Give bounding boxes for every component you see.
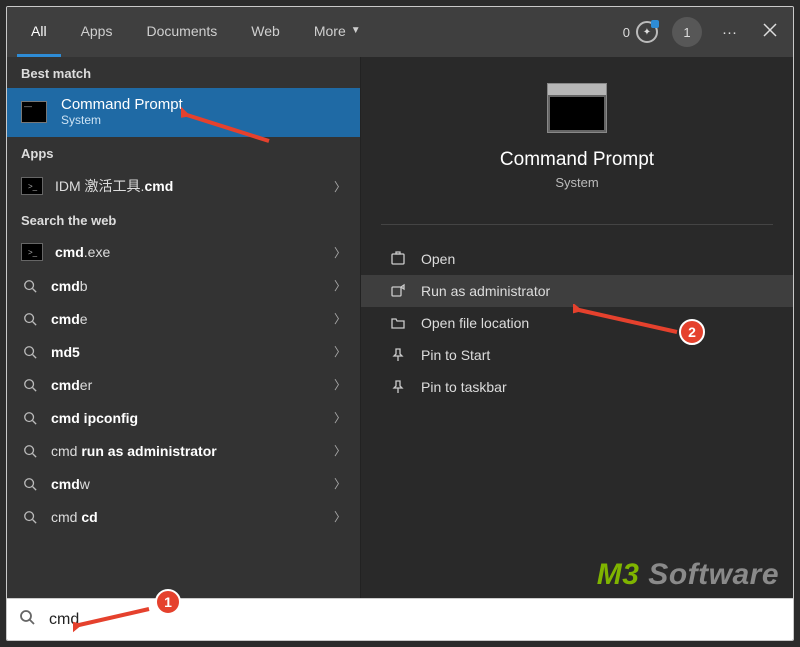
chevron-right-icon: 〉 (334, 343, 346, 360)
search-icon (21, 477, 39, 491)
action-run-as-administrator[interactable]: Run as administrator (361, 275, 793, 307)
web-result[interactable]: cmd cd 〉 (7, 500, 360, 533)
result-label: cmde (51, 311, 88, 327)
best-match-title: Command Prompt (61, 96, 183, 113)
chevron-right-icon: 〉 (334, 178, 346, 195)
pin-icon (389, 347, 407, 363)
action-pin-to-taskbar[interactable]: Pin to taskbar (361, 371, 793, 403)
admin-icon (389, 283, 407, 299)
web-result[interactable]: cmdb 〉 (7, 269, 360, 302)
search-icon (21, 444, 39, 458)
search-icon (21, 510, 39, 524)
search-icon (19, 609, 35, 630)
tab-apps[interactable]: Apps (67, 7, 127, 57)
preview-title: Command Prompt (361, 149, 793, 171)
chevron-right-icon: 〉 (334, 277, 346, 294)
result-label: md5 (51, 344, 80, 360)
tab-web[interactable]: Web (237, 7, 294, 57)
close-button[interactable] (757, 19, 783, 45)
chevron-down-icon: ▼ (351, 25, 361, 36)
web-result[interactable]: cmd run as administrator 〉 (7, 434, 360, 467)
section-best-match: Best match (7, 57, 360, 88)
preview-subtitle: System (361, 175, 793, 190)
action-label: Run as administrator (421, 283, 550, 299)
action-open-file-location[interactable]: Open file location (361, 307, 793, 339)
result-label: IDM 激活工具.cmd (55, 176, 173, 196)
web-result[interactable]: cmde 〉 (7, 302, 360, 335)
divider (381, 224, 773, 225)
result-label: cmder (51, 377, 92, 393)
search-icon (21, 345, 39, 359)
result-label: cmd ipconfig (51, 410, 138, 426)
tab-documents[interactable]: Documents (132, 7, 231, 57)
app-result[interactable]: IDM 激活工具.cmd 〉 (7, 168, 360, 204)
chevron-right-icon: 〉 (334, 508, 346, 525)
search-icon (21, 312, 39, 326)
chevron-right-icon: 〉 (334, 244, 346, 261)
tab-label: Documents (146, 23, 217, 39)
best-match-subtitle: System (61, 113, 183, 127)
close-icon (763, 23, 777, 37)
action-label: Open file location (421, 315, 529, 331)
tab-label: All (31, 23, 47, 39)
cmd-exe-icon (21, 243, 43, 261)
watermark: M3 Software (597, 558, 779, 592)
filter-tabs: All Apps Documents Web More ▼ (17, 7, 375, 57)
section-apps: Apps (7, 137, 360, 168)
best-match-result[interactable]: Command Prompt System (7, 88, 360, 137)
folder-icon (389, 315, 407, 331)
web-result[interactable]: cmdw 〉 (7, 467, 360, 500)
preview-app-icon (547, 83, 607, 133)
action-pin-to-start[interactable]: Pin to Start (361, 339, 793, 371)
search-input[interactable] (49, 611, 781, 629)
reward-count: 0 (623, 25, 630, 40)
search-icon (21, 411, 39, 425)
search-header: All Apps Documents Web More ▼ 0 ✦ 1 ··· (7, 7, 793, 57)
tab-more[interactable]: More ▼ (300, 7, 375, 57)
action-label: Open (421, 251, 455, 267)
action-label: Pin to taskbar (421, 379, 507, 395)
action-label: Pin to Start (421, 347, 490, 363)
result-label: cmd cd (51, 509, 98, 525)
pin-icon (389, 379, 407, 395)
more-options-button[interactable]: ··· (716, 20, 743, 45)
preview-panel: Command Prompt System Open Run as admini… (360, 57, 793, 598)
chevron-right-icon: 〉 (334, 310, 346, 327)
section-web: Search the web (7, 204, 360, 235)
web-result[interactable]: cmd ipconfig 〉 (7, 401, 360, 434)
chevron-right-icon: 〉 (334, 376, 346, 393)
result-label: cmd run as administrator (51, 443, 217, 459)
search-icon (21, 279, 39, 293)
reward-icon: ✦ (636, 21, 658, 43)
tab-label: More (314, 23, 346, 39)
account-badge[interactable]: 1 (672, 17, 702, 47)
web-result[interactable]: cmd.exe 〉 (7, 235, 360, 269)
chevron-right-icon: 〉 (334, 409, 346, 426)
web-result[interactable]: md5 〉 (7, 335, 360, 368)
action-open[interactable]: Open (361, 243, 793, 275)
command-prompt-icon (21, 101, 47, 123)
rewards-indicator[interactable]: 0 ✦ (623, 21, 658, 43)
result-label: cmd.exe (55, 244, 110, 260)
tab-label: Web (251, 23, 280, 39)
results-panel: Best match Command Prompt System Apps ID… (7, 57, 360, 598)
web-result[interactable]: cmder 〉 (7, 368, 360, 401)
tab-all[interactable]: All (17, 7, 61, 57)
search-icon (21, 378, 39, 392)
cmd-file-icon (21, 177, 43, 195)
tab-label: Apps (81, 23, 113, 39)
result-label: cmdw (51, 476, 90, 492)
result-label: cmdb (51, 278, 88, 294)
search-bar[interactable] (7, 598, 793, 640)
chevron-right-icon: 〉 (334, 442, 346, 459)
chevron-right-icon: 〉 (334, 475, 346, 492)
open-icon (389, 251, 407, 267)
